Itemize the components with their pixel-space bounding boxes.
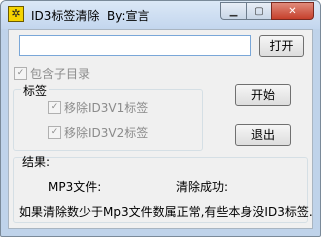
- path-input[interactable]: [19, 35, 251, 56]
- remove-id3v2-checkbox[interactable]: ✓ 移除ID3V2标签: [48, 124, 148, 141]
- close-button[interactable]: ✕: [271, 2, 314, 20]
- minimize-button[interactable]: ▁: [220, 2, 246, 20]
- checkmark-icon: ✓: [48, 126, 61, 139]
- mp3-files-label: MP3文件:: [48, 180, 102, 194]
- minimize-icon: ▁: [229, 5, 238, 17]
- maximize-button[interactable]: ▢: [246, 2, 271, 20]
- gear-icon: ✲: [8, 6, 24, 22]
- window-controls: ▁ ▢ ✕: [220, 2, 314, 21]
- include-subdirs-checkbox[interactable]: ✓ 包含子目录: [14, 65, 90, 82]
- cleared-success-label: 清除成功:: [176, 180, 229, 194]
- remove-id3v2-label: 移除ID3V2标签: [64, 126, 149, 140]
- window-title: ID3标签清除 By:宣言: [31, 9, 150, 23]
- checkmark-icon: ✓: [14, 67, 27, 80]
- maximize-icon: ▢: [254, 5, 264, 17]
- title-bar[interactable]: ✲ ID3标签清除 By:宣言 ▁ ▢ ✕: [1, 1, 320, 29]
- start-button[interactable]: 开始: [235, 84, 291, 106]
- remove-id3v1-checkbox[interactable]: ✓ 移除ID3V1标签: [48, 99, 148, 116]
- close-icon: ✕: [288, 5, 297, 17]
- results-label: 结果:: [22, 155, 51, 169]
- tag-group-label: 标签: [21, 82, 50, 99]
- exit-button[interactable]: 退出: [235, 124, 291, 146]
- app-window: ✲ ID3标签清除 By:宣言 ▁ ▢ ✕ 打开 ✓ 包含子目录 标签 ✓ 移除…: [0, 0, 321, 237]
- remove-id3v1-label: 移除ID3V1标签: [64, 101, 149, 115]
- results-note: 如果清除数少于Mp3文件数属正常,有些本身没ID3标签.: [19, 205, 313, 219]
- include-subdirs-label: 包含子目录: [30, 67, 91, 81]
- dialog-body: 打开 ✓ 包含子目录 标签 ✓ 移除ID3V1标签 ✓ 移除ID3V2标签 开始…: [8, 29, 313, 229]
- open-button[interactable]: 打开: [259, 35, 304, 57]
- checkmark-icon: ✓: [48, 101, 61, 114]
